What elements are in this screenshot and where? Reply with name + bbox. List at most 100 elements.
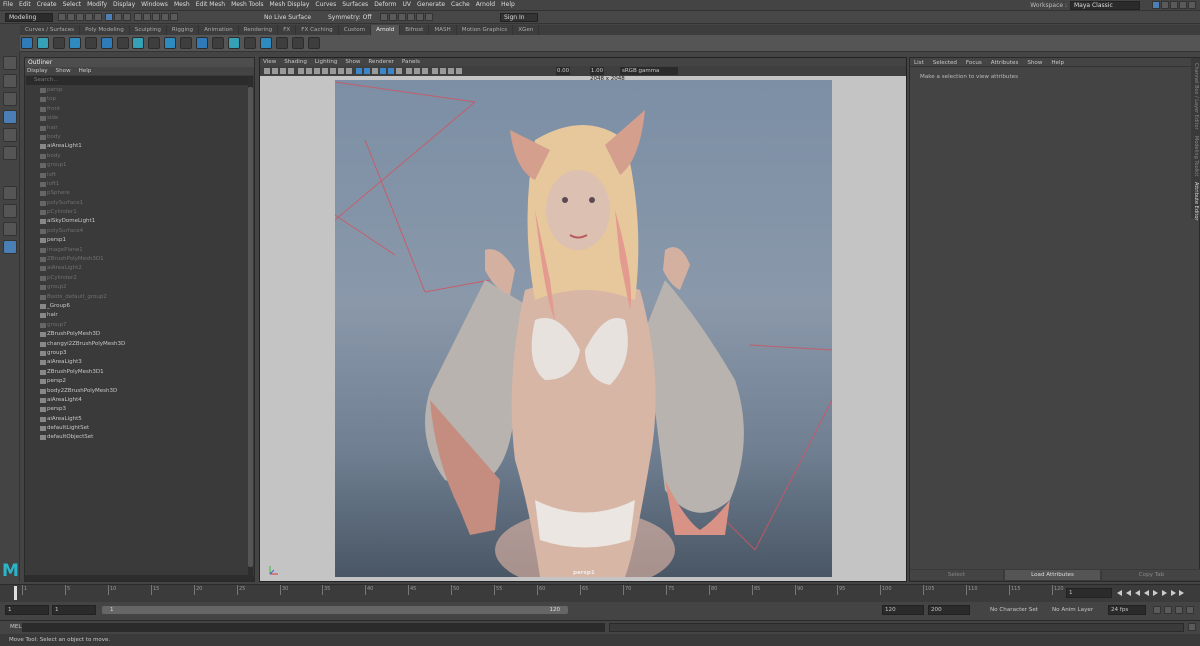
step-forward-frame-icon[interactable] [1161,589,1167,596]
shelf-tab-motion-graphics[interactable]: Motion Graphics [457,25,514,35]
menu-modify[interactable]: Modify [84,0,110,10]
outliner-item[interactable]: ZBrushPolyMesh3D [25,330,254,339]
snap-curve-icon[interactable] [142,13,151,21]
vp-menu-view[interactable]: View [263,59,276,65]
ae-copy-tab-button[interactable]: Copy Tab [1102,570,1200,580]
side-tab-modeling-toolkit[interactable]: Modeling Toolkit [1191,136,1200,176]
new-scene-icon[interactable] [58,13,66,21]
bookmark-icon[interactable] [280,68,286,74]
flush-cache-icon[interactable] [212,37,225,49]
isolate-select-icon[interactable] [431,68,438,74]
menu-help[interactable]: Help [498,0,518,10]
outliner-item[interactable]: top [25,95,254,104]
arnold-ipr-icon[interactable] [36,37,49,49]
audio-icon[interactable] [1175,606,1183,614]
menu-select[interactable]: Select [60,0,85,10]
ae-menu-attributes[interactable]: Attributes [991,60,1019,66]
ipr-render-icon[interactable] [389,13,397,21]
playback-start-field[interactable]: 1 [52,605,96,615]
use-lights-icon[interactable] [387,68,394,74]
ae-menu-show[interactable]: Show [1027,60,1042,66]
menu-mesh-display[interactable]: Mesh Display [267,0,313,10]
shelf-play-icon[interactable] [307,37,320,49]
physical-sky-icon[interactable] [148,37,161,49]
save-scene-icon[interactable] [76,13,84,21]
outliner-item[interactable]: ZBrushPolyMesh3D1 [25,368,254,377]
select-hierarchy-icon[interactable] [104,13,113,21]
open-scene-icon[interactable] [67,13,75,21]
skydome-light-icon[interactable] [68,37,81,49]
outliner-item[interactable]: pCylinder1 [25,208,254,217]
shelf-tab-sculpting[interactable]: Sculpting [130,25,167,35]
outliner-item[interactable]: loft1 [25,180,254,189]
menu-edit[interactable]: Edit [16,0,34,10]
viewport-panel[interactable]: View Shading Lighting Show Renderer Pane… [259,57,907,582]
shelf-tab-bifrost[interactable]: Bifrost [400,25,430,35]
outliner-item[interactable]: aiAreaLight3 [25,358,254,367]
scene-end-field[interactable]: 200 [928,605,970,615]
anim-prefs-icon[interactable] [1186,606,1194,614]
ambient-occlusion-icon[interactable] [405,68,412,74]
outliner-item[interactable]: persp1 [25,236,254,245]
outliner-item[interactable]: loft [25,171,254,180]
shelf-tab-mash[interactable]: MASH [429,25,457,35]
vp-menu-panels[interactable]: Panels [402,59,420,65]
menu-surfaces[interactable]: Surfaces [339,0,371,10]
outliner-item[interactable]: polySurface4 [25,227,254,236]
outliner-item[interactable]: pSphere [25,189,254,198]
sign-in-button[interactable]: Sign In [500,13,538,22]
outliner-item[interactable]: hair [25,311,254,320]
snap-grid-icon[interactable] [133,13,142,21]
outliner-menu-help[interactable]: Help [79,68,92,74]
hypershade-icon[interactable] [407,13,415,21]
shelf-tab-custom[interactable]: Custom [339,25,372,35]
color-space-dropdown[interactable]: sRGB gamma [620,67,678,75]
single-perspective-layout-icon[interactable] [3,186,17,200]
layout-icon-2[interactable] [1161,1,1169,9]
side-tab-attribute-editor[interactable]: Attribute Editor [1191,182,1200,220]
move-tool-icon[interactable] [3,110,17,124]
pause-icon[interactable] [425,13,433,21]
outliner-item[interactable]: body [25,133,254,142]
ae-select-button[interactable]: Select [910,570,1003,580]
field-chart-icon[interactable] [329,68,336,74]
mesh-light-icon[interactable] [100,37,113,49]
script-editor-icon[interactable] [1188,623,1196,631]
outliner-item[interactable]: changyi2ZBrushPolyMesh3D [25,340,254,349]
film-gate-icon[interactable] [305,68,312,74]
menu-arnold[interactable]: Arnold [473,0,498,10]
side-by-side-layout-icon[interactable] [3,222,17,236]
menu-uv[interactable]: UV [400,0,415,10]
menu-set-dropdown[interactable]: Modeling [5,13,53,22]
outliner-item[interactable]: body [25,152,254,161]
symmetry-label[interactable]: Symmetry: Off [328,13,371,22]
camera-icon[interactable] [264,68,270,74]
layout-icon-4[interactable] [1179,1,1187,9]
anti-aliasing-icon[interactable] [421,68,428,74]
outliner-item[interactable]: imagePlane1 [25,246,254,255]
arnold-render-view-icon[interactable] [52,37,65,49]
smooth-shade-icon[interactable] [363,68,370,74]
rotate-tool-icon[interactable] [3,128,17,142]
side-tab-channel-box[interactable]: Channel Box / Layer Editor [1191,63,1200,130]
shelf-tab-curves-surfaces[interactable]: Curves / Surfaces [20,25,81,35]
outliner-item[interactable]: _Group6 [25,302,254,311]
outliner-item[interactable]: group2 [25,283,254,292]
four-view-layout-icon[interactable] [3,204,17,218]
keys-icon[interactable] [1164,606,1172,614]
ae-menu-help[interactable]: Help [1051,60,1064,66]
shelf-tab-arnold[interactable]: Arnold [371,25,401,35]
render-frame-icon[interactable] [380,13,388,21]
step-back-key-icon[interactable] [1125,589,1131,596]
outliner-item[interactable]: aiAreaLight4 [25,396,254,405]
scene-start-field[interactable]: 1 [5,605,49,615]
select-component-icon[interactable] [122,13,131,21]
xray-icon[interactable] [439,68,446,74]
select-tool-icon[interactable] [3,56,17,70]
select-object-icon[interactable] [113,13,122,21]
export-ass-icon[interactable] [275,37,288,49]
outliner-hscrollbar[interactable] [25,575,254,581]
shadows-icon[interactable] [395,68,402,74]
xray-components-icon[interactable] [455,68,462,74]
outliner-item[interactable]: side [25,114,254,123]
